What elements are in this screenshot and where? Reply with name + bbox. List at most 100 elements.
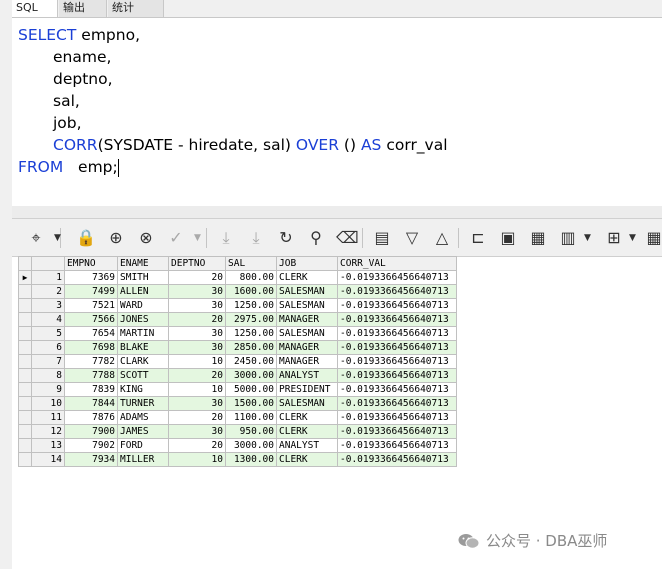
row-indicator[interactable]	[18, 382, 32, 397]
row-indicator[interactable]	[18, 424, 32, 439]
column-header-ename[interactable]: ENAME	[117, 256, 169, 271]
cell-corr-val[interactable]: -0.0193366456640713	[337, 298, 457, 313]
delete-record-icon[interactable]: ⊗	[136, 228, 156, 248]
cell-empno[interactable]: 7839	[64, 382, 118, 397]
row-indicator[interactable]	[18, 452, 32, 467]
sort-icon[interactable]: △	[432, 228, 452, 248]
cell-corr-val[interactable]: -0.0193366456640713	[337, 312, 457, 327]
cell-empno[interactable]: 7844	[64, 396, 118, 411]
cell-sal[interactable]: 1300.00	[225, 452, 277, 467]
grid-corner[interactable]	[18, 256, 32, 271]
cell-sal[interactable]: 950.00	[225, 424, 277, 439]
current-row-indicator[interactable]: ▶	[18, 270, 32, 285]
cell-ename[interactable]: JAMES	[117, 424, 169, 439]
column-header-deptno[interactable]: DEPTNO	[168, 256, 226, 271]
cell-sal[interactable]: 1250.00	[225, 326, 277, 341]
cell-deptno[interactable]: 10	[168, 354, 226, 369]
cell-ename[interactable]: MARTIN	[117, 326, 169, 341]
cell-corr-val[interactable]: -0.0193366456640713	[337, 368, 457, 383]
chart-icon[interactable]: ▥	[558, 228, 578, 248]
cell-ename[interactable]: SCOTT	[117, 368, 169, 383]
export-icon[interactable]: ⊏	[468, 228, 488, 248]
dropdown-arrow-icon[interactable]: ▼	[629, 230, 636, 246]
table-row[interactable]: 6 7698 BLAKE 30 2850.00 MANAGER -0.01933664566…	[18, 340, 457, 355]
cell-corr-val[interactable]: -0.0193366456640713	[337, 354, 457, 369]
cell-corr-val[interactable]: -0.0193366456640713	[337, 438, 457, 453]
dropdown-arrow-icon[interactable]: ▼	[54, 230, 61, 246]
cell-corr-val[interactable]: -0.0193366456640713	[337, 382, 457, 397]
row-indicator[interactable]	[18, 368, 32, 383]
pane-splitter[interactable]	[12, 206, 662, 219]
cell-empno[interactable]: 7654	[64, 326, 118, 341]
cell-job[interactable]: PRESIDENT	[276, 382, 338, 397]
table-row[interactable]: 2 7499 ALLEN 30 1600.00 SALESMAN -0.0193366456…	[18, 284, 457, 299]
cell-deptno[interactable]: 30	[168, 340, 226, 355]
result-grid[interactable]: EMPNO ENAME DEPTNO SAL JOB CORR_VAL ▶ 1 73…	[18, 256, 457, 467]
cell-deptno[interactable]: 30	[168, 326, 226, 341]
clear-icon[interactable]: ⌫	[336, 228, 359, 248]
fetch-last-icon[interactable]: ⤓	[246, 228, 266, 248]
cell-deptno[interactable]: 20	[168, 438, 226, 453]
cell-empno[interactable]: 7788	[64, 368, 118, 383]
row-indicator[interactable]	[18, 312, 32, 327]
cell-job[interactable]: ANALYST	[276, 368, 338, 383]
cell-deptno[interactable]: 10	[168, 452, 226, 467]
column-header-sal[interactable]: SAL	[225, 256, 277, 271]
cell-sal[interactable]: 2850.00	[225, 340, 277, 355]
cell-corr-val[interactable]: -0.0193366456640713	[337, 396, 457, 411]
cell-deptno[interactable]: 20	[168, 270, 226, 285]
cell-job[interactable]: CLERK	[276, 452, 338, 467]
row-indicator[interactable]	[18, 396, 32, 411]
cell-corr-val[interactable]: -0.0193366456640713	[337, 326, 457, 341]
cell-deptno[interactable]: 10	[168, 382, 226, 397]
cell-job[interactable]: MANAGER	[276, 312, 338, 327]
cell-deptno[interactable]: 20	[168, 410, 226, 425]
query-mode-icon[interactable]: ⌖	[26, 228, 46, 248]
cell-job[interactable]: CLERK	[276, 270, 338, 285]
row-indicator[interactable]	[18, 298, 32, 313]
cell-sal[interactable]: 2450.00	[225, 354, 277, 369]
post-changes-icon[interactable]: ✓	[166, 228, 186, 248]
print-icon[interactable]: ▣	[498, 228, 518, 248]
cell-ename[interactable]: SMITH	[117, 270, 169, 285]
cell-deptno[interactable]: 30	[168, 284, 226, 299]
cell-sal[interactable]: 1250.00	[225, 298, 277, 313]
cell-job[interactable]: SALESMAN	[276, 298, 338, 313]
tab-output[interactable]: 输出	[59, 0, 107, 17]
cell-sal[interactable]: 1100.00	[225, 410, 277, 425]
lock-icon[interactable]: 🔒	[76, 228, 96, 248]
tab-statistics[interactable]: 统计	[108, 0, 164, 17]
row-indicator[interactable]	[18, 340, 32, 355]
row-indicator[interactable]	[18, 438, 32, 453]
cell-job[interactable]: MANAGER	[276, 340, 338, 355]
dropdown-arrow-icon[interactable]: ▼	[194, 230, 201, 246]
cell-deptno[interactable]: 30	[168, 396, 226, 411]
cell-job[interactable]: ANALYST	[276, 438, 338, 453]
table-row[interactable]: 8 7788 SCOTT 20 3000.00 ANALYST -0.01933664566…	[18, 368, 457, 383]
cell-corr-val[interactable]: -0.0193366456640713	[337, 340, 457, 355]
tab-sql[interactable]: SQL	[12, 0, 58, 17]
cell-empno[interactable]: 7902	[64, 438, 118, 453]
table-row[interactable]: 14 7934 MILLER 10 1300.00 CLERK -0.01933664566…	[18, 452, 457, 467]
cell-ename[interactable]: MILLER	[117, 452, 169, 467]
cell-empno[interactable]: 7900	[64, 424, 118, 439]
table-row[interactable]: 5 7654 MARTIN 30 1250.00 SALESMAN -0.019336645…	[18, 326, 457, 341]
cell-empno[interactable]: 7934	[64, 452, 118, 467]
table-row[interactable]: 4 7566 JONES 20 2975.00 MANAGER -0.01933664566…	[18, 312, 457, 327]
table-row[interactable]: 10 7844 TURNER 30 1500.00 SALESMAN -0.01933664…	[18, 396, 457, 411]
cell-sal[interactable]: 800.00	[225, 270, 277, 285]
cell-ename[interactable]: FORD	[117, 438, 169, 453]
column-header-job[interactable]: JOB	[276, 256, 338, 271]
table-row[interactable]: 3 7521 WARD 30 1250.00 SALESMAN -0.01933664566…	[18, 298, 457, 313]
single-record-view-icon[interactable]: ▤	[372, 228, 392, 248]
add-record-icon[interactable]: ⊕	[106, 228, 126, 248]
cell-empno[interactable]: 7876	[64, 410, 118, 425]
cell-sal[interactable]: 1500.00	[225, 396, 277, 411]
row-indicator[interactable]	[18, 410, 32, 425]
query-by-example-icon[interactable]: ▦	[528, 228, 548, 248]
cell-deptno[interactable]: 20	[168, 312, 226, 327]
cell-empno[interactable]: 7698	[64, 340, 118, 355]
cell-deptno[interactable]: 20	[168, 368, 226, 383]
cell-job[interactable]: SALESMAN	[276, 284, 338, 299]
sql-editor[interactable]: SELECT empno, ename, deptno, sal, job, C…	[12, 17, 662, 207]
